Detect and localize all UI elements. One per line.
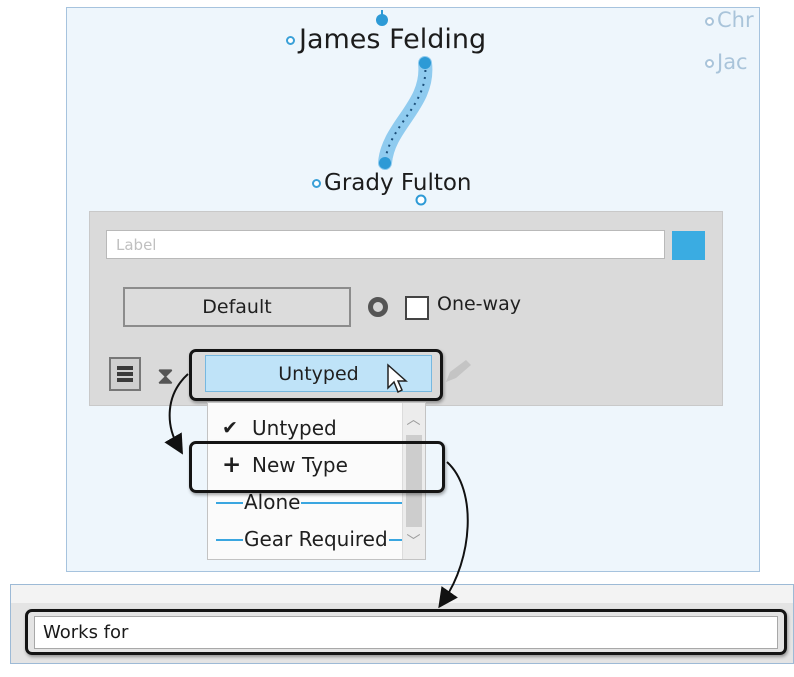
arrow-combo-to-list [164, 373, 189, 455]
arrow-list-to-input [438, 461, 469, 609]
annotation-arrows [164, 373, 469, 609]
